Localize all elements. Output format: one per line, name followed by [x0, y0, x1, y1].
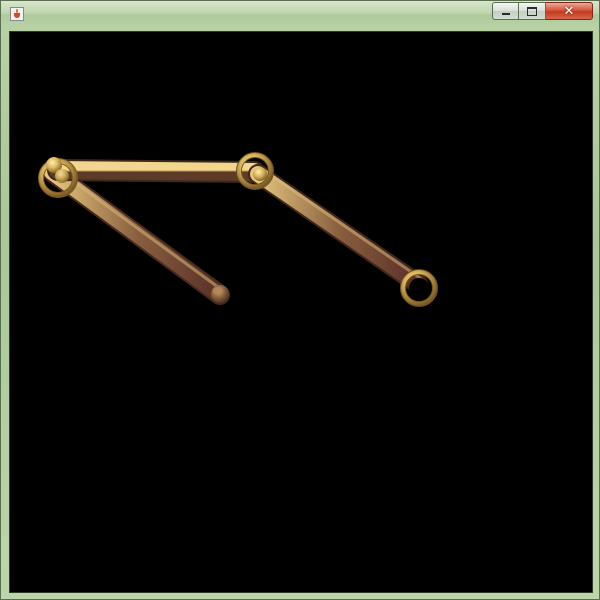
arm-link-lower[interactable] [42, 162, 230, 305]
3d-render-canvas[interactable] [9, 31, 593, 593]
close-icon: ✕ [563, 3, 575, 19]
arm-link-upper[interactable] [47, 159, 265, 183]
minimize-button[interactable] [492, 2, 519, 20]
maximize-button[interactable] [519, 2, 546, 20]
robot-arm-scene [38, 152, 438, 307]
title-bar[interactable]: ✕ [1, 1, 599, 27]
java-app-icon[interactable] [10, 7, 24, 21]
minimize-icon [501, 13, 510, 15]
arm-end-cap-lower[interactable] [211, 285, 229, 303]
close-button[interactable]: ✕ [546, 2, 593, 20]
arm-link-forearm[interactable] [248, 164, 428, 294]
app-window: ✕ [0, 0, 600, 600]
maximize-icon [527, 6, 537, 16]
